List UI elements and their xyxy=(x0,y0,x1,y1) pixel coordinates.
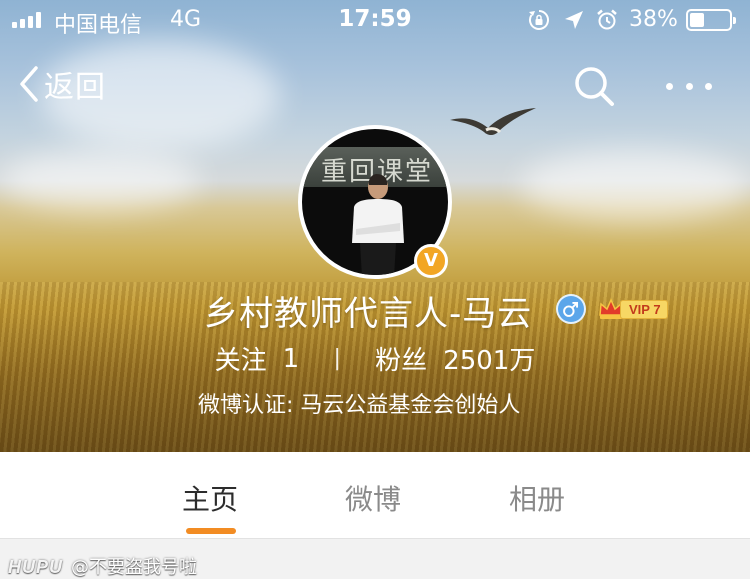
following-label: 关注 xyxy=(214,346,267,376)
bird-icon xyxy=(450,108,536,135)
rotation-lock-icon xyxy=(529,10,549,30)
battery-level-fill xyxy=(690,13,704,27)
tab-weibo[interactable]: 微博 xyxy=(345,478,401,518)
avatar-person-figure xyxy=(352,174,404,275)
followers-label: 粉丝 xyxy=(375,346,428,376)
followers-stat[interactable]: 粉丝 2501万 xyxy=(375,340,535,377)
more-options-button[interactable] xyxy=(664,64,714,108)
status-bar: 中国电信 4G 17:59 38% xyxy=(0,0,750,40)
watermark-logo: HUPU xyxy=(8,557,64,577)
vip-level-label: VIP 7 xyxy=(620,299,668,319)
watermark: HUPU @不要盗我号啦 xyxy=(8,553,197,579)
location-arrow-icon xyxy=(565,11,583,29)
profile-name: 乡村教师代言人-马云 xyxy=(204,294,533,334)
active-tab-indicator xyxy=(186,528,236,534)
verified-badge-icon: V xyxy=(414,244,448,278)
follow-stats-row: 关注 1 | 粉丝 2501万 xyxy=(0,340,750,377)
cover-cloud xyxy=(0,150,200,210)
watermark-text: @不要盗我号啦 xyxy=(71,557,198,578)
battery-percentage: 38% xyxy=(629,7,678,32)
verification-info: 微博认证: 马云公益基金会创始人 xyxy=(198,393,521,418)
followers-count: 2501万 xyxy=(443,346,536,376)
chevron-left-icon xyxy=(20,66,38,102)
search-icon xyxy=(575,67,614,106)
search-button[interactable] xyxy=(572,64,616,108)
back-label: 返回 xyxy=(44,70,106,105)
following-count: 1 xyxy=(282,343,300,374)
back-button[interactable]: 返回 xyxy=(18,62,106,106)
following-stat[interactable]: 关注 1 xyxy=(215,340,300,377)
profile-tab-bar: 主页 微博 相册 xyxy=(0,452,750,538)
stat-separator: | xyxy=(333,346,341,371)
profile-name-row: 乡村教师代言人-马云 VIP 7 xyxy=(0,286,750,334)
male-gender-icon xyxy=(556,294,586,324)
alarm-icon xyxy=(597,9,617,30)
tab-home[interactable]: 主页 xyxy=(182,478,238,518)
top-nav-bar: 返回 xyxy=(0,58,750,108)
more-dots-icon xyxy=(666,82,673,90)
battery-icon xyxy=(686,9,736,31)
tab-album[interactable]: 相册 xyxy=(509,478,565,518)
vip-badge[interactable]: VIP 7 xyxy=(598,297,668,321)
cover-cloud xyxy=(520,150,750,220)
